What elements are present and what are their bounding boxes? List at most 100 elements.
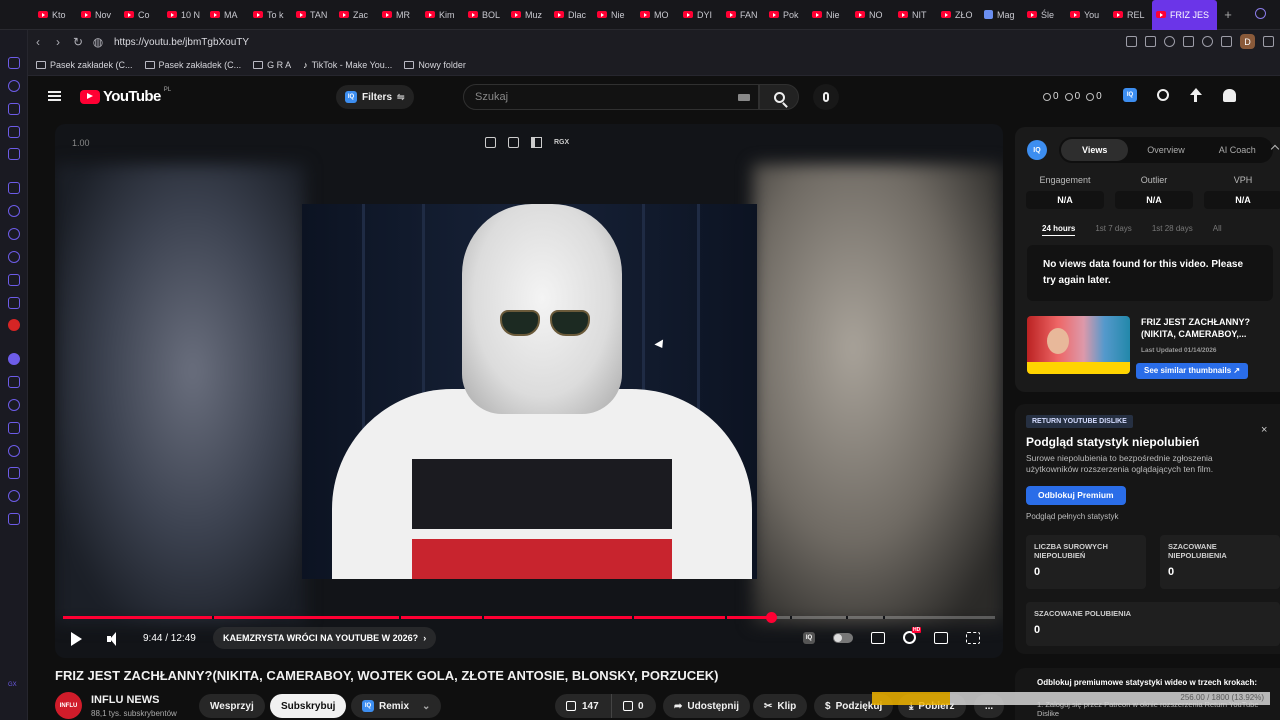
sidebar-more-icon[interactable] — [8, 513, 20, 525]
sidebar-clock-icon[interactable] — [8, 445, 20, 457]
tab-overview[interactable]: Overview — [1132, 139, 1199, 161]
browser-tab[interactable]: MA — [206, 0, 249, 30]
settings-icon[interactable] — [903, 627, 922, 644]
range-all[interactable]: All — [1213, 224, 1222, 236]
similar-thumbnails-button[interactable]: See similar thumbnails ↗ — [1136, 363, 1249, 379]
browser-tab[interactable]: 10 N — [163, 0, 206, 30]
browser-tab[interactable]: Mag — [980, 0, 1023, 30]
sidebar-x-icon[interactable] — [8, 274, 20, 286]
range-7d[interactable]: 1st 7 days — [1095, 224, 1131, 236]
theater-mode-icon[interactable] — [934, 631, 948, 644]
tab-ai-coach[interactable]: AI Coach — [1204, 139, 1271, 161]
channel-name[interactable]: INFLU NEWS — [91, 694, 159, 706]
browser-tab[interactable]: Śle — [1023, 0, 1066, 30]
profile-avatar[interactable]: D — [1240, 34, 1255, 49]
sidebar-workspace-icon[interactable] — [8, 57, 20, 69]
skip-icon[interactable] — [531, 137, 542, 148]
url-field[interactable]: https://youtu.be/jbmTgbXouTY — [114, 37, 249, 48]
browser-tab[interactable]: REL — [1109, 0, 1152, 30]
shield-icon[interactable] — [1164, 36, 1175, 47]
sidebar-telegram-icon[interactable] — [8, 228, 20, 240]
copy-icon[interactable] — [485, 137, 496, 148]
range-24h[interactable]: 24 hours — [1042, 224, 1076, 236]
dislike-button[interactable]: 0 — [611, 694, 656, 718]
sidebar-twitch-icon[interactable] — [8, 182, 20, 194]
sidebar-messenger-2-icon[interactable] — [8, 205, 20, 217]
autoplay-toggle[interactable] — [833, 632, 853, 643]
play-button[interactable] — [71, 632, 82, 646]
sidebar-settings-icon[interactable] — [8, 490, 20, 502]
filters-button[interactable]: IQ Filters ⇋ — [336, 85, 414, 109]
sidebar-play-icon[interactable] — [8, 376, 20, 388]
voice-search-button[interactable] — [813, 84, 839, 110]
bookmark-item[interactable]: Nowy folder — [404, 60, 466, 70]
sidebar-messenger-icon[interactable] — [8, 80, 20, 92]
menu-icon[interactable] — [48, 91, 61, 101]
browser-tab[interactable]: You — [1066, 0, 1109, 30]
browser-tab[interactable]: Zac — [335, 0, 378, 30]
sidebar-wallet-icon[interactable] — [8, 126, 20, 138]
browser-tab[interactable]: MO — [636, 0, 679, 30]
browser-tab-active[interactable]: FRIZ JES — [1152, 0, 1217, 30]
bookmark-item[interactable]: Pasek zakładek (C... — [36, 60, 133, 70]
fullscreen-icon[interactable] — [966, 631, 980, 644]
browser-tab[interactable]: ZŁO — [937, 0, 980, 30]
support-button[interactable]: Wesprzyj — [199, 694, 265, 718]
browser-tab[interactable]: NIT — [894, 0, 937, 30]
sidebar-bag-icon[interactable] — [8, 103, 20, 115]
reload-button[interactable]: ↻ — [68, 35, 88, 49]
channel-avatar[interactable]: INFLU — [55, 692, 82, 719]
bookmark-icon[interactable] — [1145, 36, 1156, 47]
dna-icon[interactable] — [1157, 89, 1169, 101]
back-button[interactable]: ‹ — [28, 35, 48, 49]
clip-button[interactable]: ✂ Klip — [753, 694, 808, 718]
progress-bar[interactable] — [63, 612, 995, 623]
search-input[interactable]: Szukaj — [463, 84, 759, 110]
site-info-icon[interactable]: ◍ — [88, 35, 108, 49]
bookmark-item[interactable]: G R A — [253, 60, 291, 70]
camera-icon[interactable] — [1221, 36, 1232, 47]
browser-tab[interactable]: TAN — [292, 0, 335, 30]
browser-tab[interactable]: NO — [851, 0, 894, 30]
notifications-icon[interactable] — [1223, 88, 1236, 102]
sidebar-instagram-icon[interactable] — [8, 251, 20, 263]
sidebar-gx-icon[interactable]: GX — [8, 682, 20, 694]
rgx-button[interactable]: RGX — [554, 139, 569, 146]
browser-tab[interactable]: Nov — [77, 0, 120, 30]
browser-tab[interactable]: DYI — [679, 0, 722, 30]
full-stats-link[interactable]: Podgląd pełnych statystyk — [1026, 512, 1119, 521]
volume-icon[interactable] — [107, 632, 119, 646]
browser-tab[interactable]: FAN — [722, 0, 765, 30]
sidebar-heart-icon[interactable] — [8, 399, 20, 411]
search-button[interactable] — [759, 84, 799, 110]
pin-icon[interactable] — [1126, 36, 1137, 47]
browser-tab[interactable]: Co — [120, 0, 163, 30]
extensions-icon[interactable] — [1202, 36, 1213, 47]
youtube-logo[interactable]: YouTube PL — [80, 87, 171, 105]
forward-button[interactable]: › — [48, 35, 68, 49]
bookmark-item[interactable]: ♪ TikTok - Make You... — [303, 60, 392, 70]
bookmark-item[interactable]: Pasek zakładek (C... — [144, 60, 241, 70]
video-player[interactable]: 1.00 RGX 9:44 / 12:49 KAEMZRYSTA WRÓCI N… — [55, 124, 1003, 658]
tab-search-icon[interactable] — [1255, 8, 1266, 19]
new-tab-button[interactable]: + — [1217, 7, 1239, 22]
iq-player-icon[interactable]: IQ — [803, 631, 815, 644]
browser-tab[interactable]: Nie — [593, 0, 636, 30]
video-thumbnail[interactable] — [1027, 316, 1130, 374]
tab-views[interactable]: Views — [1061, 139, 1129, 161]
close-icon[interactable]: × — [1261, 424, 1267, 436]
like-button[interactable]: 147 — [555, 694, 611, 718]
browser-tab[interactable]: Nie — [808, 0, 851, 30]
sidebar-youtube-music-icon[interactable] — [8, 319, 20, 331]
subtitles-icon[interactable] — [871, 631, 885, 644]
downloads-icon[interactable] — [1263, 36, 1274, 47]
browser-tab[interactable]: MR — [378, 0, 421, 30]
browser-tab[interactable]: Muz — [507, 0, 550, 30]
remix-button[interactable]: IQ Remix ⌄ — [351, 694, 442, 718]
browser-tab[interactable]: Kim — [421, 0, 464, 30]
extension-play-icon[interactable] — [1183, 36, 1194, 47]
iq-extension-icon[interactable]: IQ — [1123, 88, 1137, 102]
unlock-premium-button[interactable]: Odblokuj Premium — [1026, 486, 1126, 505]
browser-tab[interactable]: Dlac — [550, 0, 593, 30]
subscribe-button[interactable]: Subskrybuj — [270, 694, 347, 718]
